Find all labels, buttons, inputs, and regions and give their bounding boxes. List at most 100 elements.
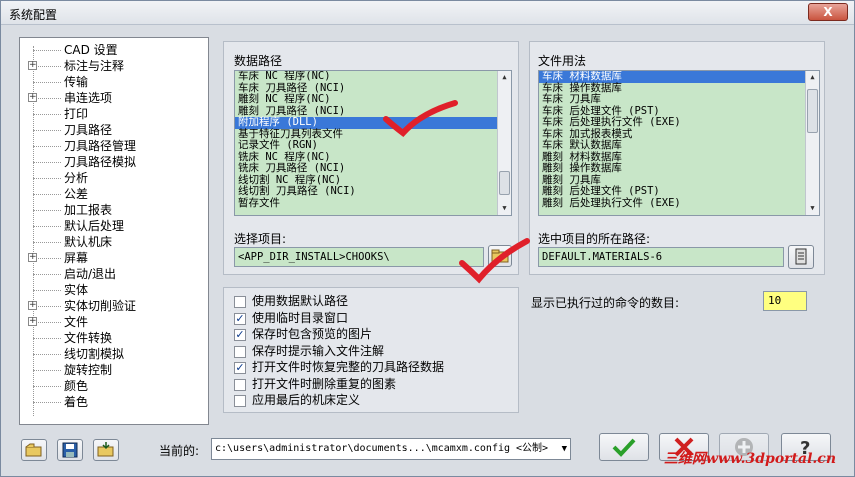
list-item[interactable]: 车床 默认数据库: [539, 139, 819, 152]
expand-plus-icon[interactable]: +: [28, 317, 37, 326]
tree-item[interactable]: 刀具路径: [20, 122, 206, 138]
recent-commands-input[interactable]: 10: [763, 291, 807, 311]
watermark-text: 三维网www.3dportal.cn: [663, 451, 836, 467]
option-checkbox-row[interactable]: 应用最后的机床定义: [234, 393, 514, 410]
tree-item-label: 分析: [64, 171, 89, 185]
tree-connector: [33, 322, 61, 323]
checkbox[interactable]: [234, 296, 246, 308]
checkbox[interactable]: [234, 345, 246, 358]
list-item[interactable]: 记录文件 (RGN): [235, 139, 511, 152]
tree-item[interactable]: 颜色: [20, 378, 206, 394]
expand-plus-icon[interactable]: +: [28, 253, 37, 262]
file-usage-list[interactable]: 车床 材料数据库 车床 操作数据库 车床 刀具库 车床 后处理文件 (PST) 车床 后…: [538, 70, 820, 216]
expand-plus-icon[interactable]: +: [28, 61, 37, 70]
tree-item[interactable]: 线切割模拟: [20, 346, 206, 362]
tree-item[interactable]: + 串连选项: [20, 90, 206, 106]
tree-item[interactable]: 默认后处理: [20, 218, 206, 234]
data-path-scrollbar[interactable]: ▲ ▼: [497, 71, 511, 215]
list-item[interactable]: 附加程序 (DLL): [235, 116, 511, 129]
tree-item[interactable]: 文件转换: [20, 330, 206, 346]
tree-item[interactable]: 传输: [20, 74, 206, 90]
option-checkbox-row[interactable]: ✓ 打开文件时恢复完整的刀具路径数据: [234, 360, 514, 377]
scroll-up-icon[interactable]: ▲: [500, 73, 509, 82]
tree-item[interactable]: 默认机床: [20, 234, 206, 250]
expand-plus-icon[interactable]: +: [28, 93, 37, 102]
tree-item[interactable]: 着色: [20, 394, 206, 410]
open-config-button[interactable]: [21, 439, 47, 461]
tree-item[interactable]: 刀具路径管理: [20, 138, 206, 154]
checkbox[interactable]: ✓: [234, 362, 246, 374]
chevron-down-icon[interactable]: ▼: [562, 439, 567, 459]
select-item-field[interactable]: <APP_DIR_INSTALL>CHOOKS\: [234, 247, 484, 267]
list-item[interactable]: 雕刻 后处理执行文件 (EXE): [539, 197, 819, 210]
option-checkbox-row[interactable]: 打开文件时删除重复的图素: [234, 377, 514, 394]
option-checkbox-row[interactable]: 保存时提示输入文件注解: [234, 344, 514, 361]
tree-item-label: 刀具路径: [64, 123, 113, 137]
option-checkbox-row[interactable]: ✓ 使用临时目录窗口: [234, 311, 514, 328]
tree-item[interactable]: + 标注与注释: [20, 58, 206, 74]
tree-item[interactable]: 刀具路径模拟: [20, 154, 206, 170]
scroll-down-icon[interactable]: ▼: [808, 204, 817, 213]
option-checkbox-row[interactable]: ✓ 保存时包含预览的图片: [234, 327, 514, 344]
tree-item[interactable]: 分析: [20, 170, 206, 186]
tree-item[interactable]: 加工报表: [20, 202, 206, 218]
tree-item[interactable]: 旋转控制: [20, 362, 206, 378]
tree-item[interactable]: 打印: [20, 106, 206, 122]
list-item[interactable]: 线切割 刀具路径 (NCI): [235, 185, 511, 198]
current-config-select[interactable]: c:\users\administrator\documents...\mcam…: [211, 438, 571, 460]
checkbox[interactable]: [234, 395, 246, 407]
tree-item[interactable]: + 文件: [20, 314, 206, 330]
tree-item-label: 公差: [64, 187, 89, 201]
merge-config-button[interactable]: [93, 439, 119, 461]
recent-commands-label: 显示已执行过的命令的数目:: [531, 296, 680, 310]
tree-item[interactable]: + 屏幕: [20, 250, 206, 266]
list-item[interactable]: 铣床 刀具路径 (NCI): [235, 162, 511, 175]
config-tree[interactable]: CAD 设置 + 标注与注释 传输 + 串连选项 打印 刀具路径 刀具路径管理 刀具路径模拟 分析公…: [19, 37, 209, 425]
tree-item[interactable]: CAD 设置: [20, 42, 206, 58]
scroll-thumb[interactable]: [807, 89, 818, 133]
list-item[interactable]: 车床 NC 程序(NC): [235, 71, 511, 83]
select-item-label: 选择项目:: [234, 232, 287, 246]
tree-connector: [33, 50, 61, 51]
list-item[interactable]: 车床 后处理执行文件 (EXE): [539, 116, 819, 129]
tree-item[interactable]: 公差: [20, 186, 206, 202]
list-item[interactable]: 雕刻 操作数据库: [539, 162, 819, 175]
tree-item-label: 加工报表: [64, 203, 113, 217]
folder-icon: [491, 249, 509, 263]
close-button[interactable]: X: [808, 3, 848, 21]
list-item[interactable]: 车床 刀具库: [539, 93, 819, 106]
save-config-button[interactable]: [57, 439, 83, 461]
browse-folder-button[interactable]: [488, 245, 512, 267]
list-item[interactable]: 雕刻 NC 程序(NC): [235, 93, 511, 106]
window-title: 系统配置: [9, 8, 58, 22]
tree-item-label: 着色: [64, 395, 89, 409]
file-path-button[interactable]: [788, 245, 814, 269]
checkbox-label: 使用数据默认路径: [252, 294, 349, 308]
tree-item[interactable]: 实体: [20, 282, 206, 298]
tree-connector: [33, 370, 61, 371]
list-item[interactable]: 暂存文件: [235, 197, 511, 210]
list-item[interactable]: 车床 材料数据库: [539, 71, 819, 83]
checkbox[interactable]: ✓: [234, 329, 246, 341]
tree-item[interactable]: 启动/退出: [20, 266, 206, 282]
data-path-list[interactable]: 车床 NC 程序(NC) 车床 刀具路径 (NCI) 雕刻 NC 程序(NC) 雕刻 …: [234, 70, 512, 216]
ok-button[interactable]: [599, 433, 649, 461]
checkbox[interactable]: ✓: [234, 312, 246, 325]
tree-item-label: 传输: [64, 75, 89, 89]
tree-item-label: 文件: [64, 315, 89, 329]
checkbox[interactable]: [234, 378, 246, 391]
options-group: 使用数据默认路径 ✓ 使用临时目录窗口 ✓ 保存时包含预览的图片 保存时提示输入文件注解 ✓…: [223, 287, 519, 413]
file-usage-scrollbar[interactable]: ▲ ▼: [805, 71, 819, 215]
scroll-up-icon[interactable]: ▲: [808, 73, 817, 82]
option-checkbox-row[interactable]: 使用数据默认路径: [234, 294, 514, 311]
tree-connector: [33, 226, 61, 227]
tree-item[interactable]: + 实体切削验证: [20, 298, 206, 314]
document-icon: [795, 248, 807, 265]
expand-plus-icon[interactable]: +: [28, 301, 37, 310]
list-item[interactable]: 雕刻 后处理文件 (PST): [539, 185, 819, 198]
scroll-down-icon[interactable]: ▼: [500, 204, 509, 213]
tree-connector: [33, 290, 61, 291]
scroll-thumb[interactable]: [499, 171, 510, 195]
data-path-title: 数据路径: [234, 54, 283, 68]
tree-item-label: 旋转控制: [64, 363, 113, 377]
